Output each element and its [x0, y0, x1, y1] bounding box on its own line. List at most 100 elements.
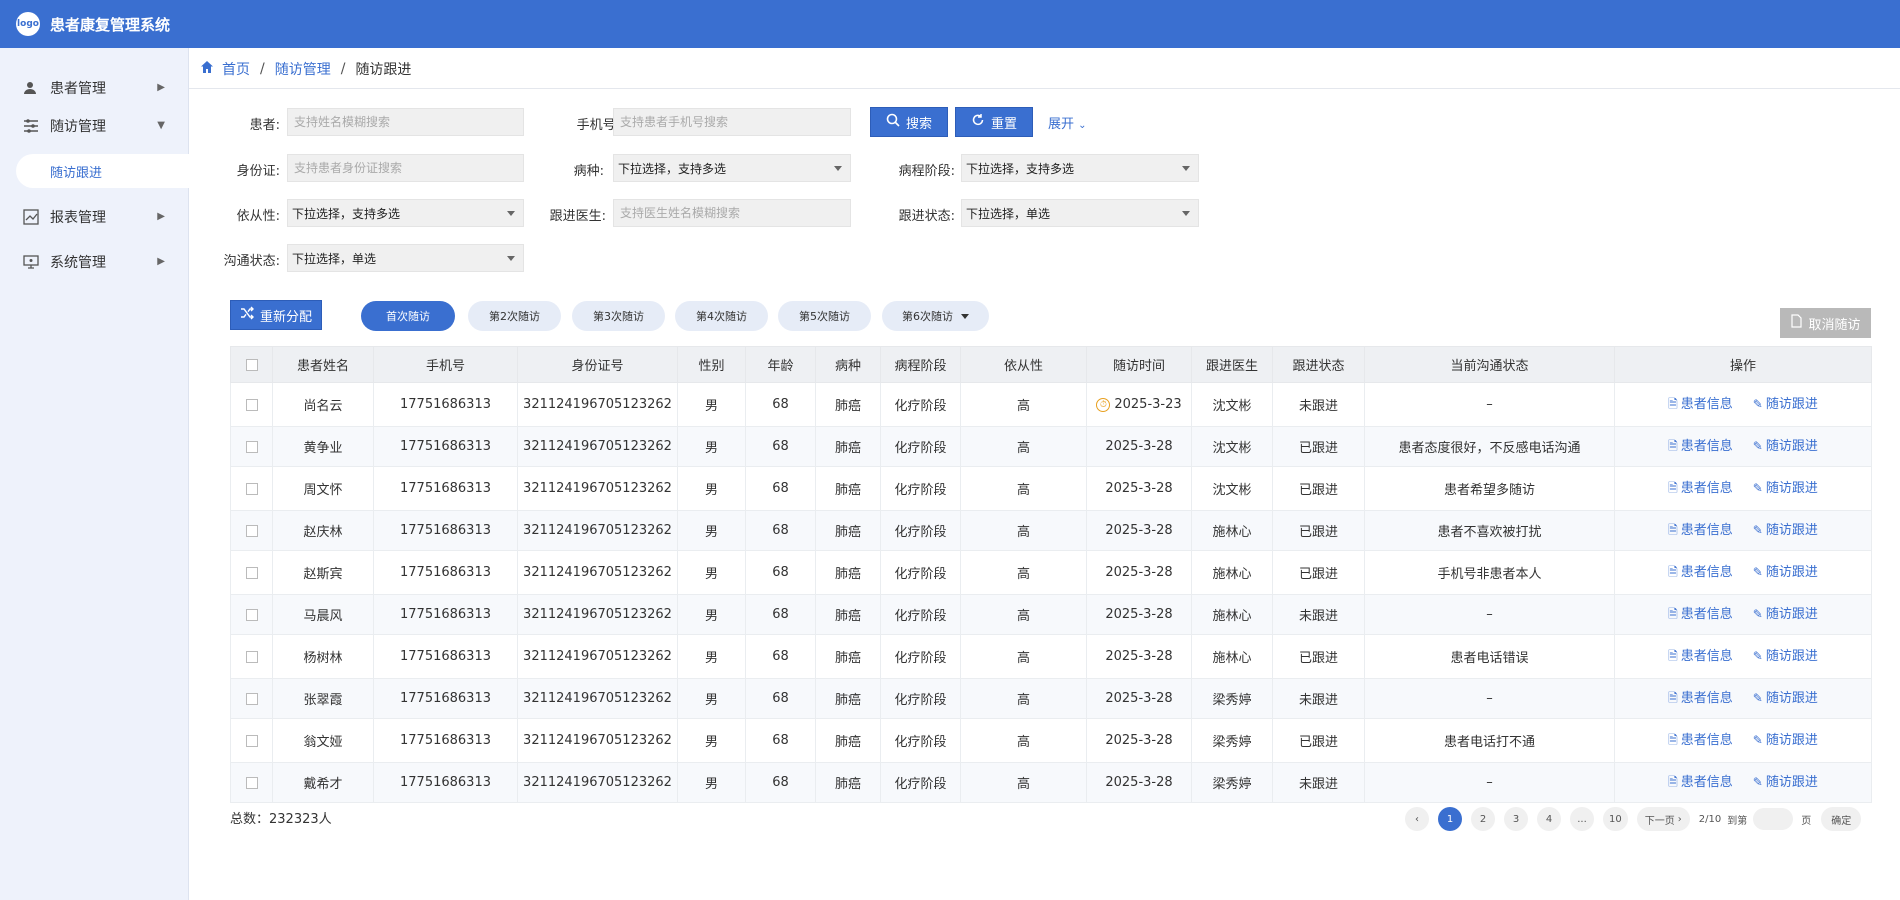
cell-compliance: 高: [960, 718, 1087, 763]
patient-search-input[interactable]: 支持姓名模糊搜索: [287, 108, 524, 136]
patient-info-link[interactable]: 🗎 患者信息: [1668, 523, 1733, 538]
row-checkbox[interactable]: [245, 608, 258, 621]
breadcrumb-followup[interactable]: 随访管理: [275, 59, 331, 79]
page-button-4[interactable]: 4: [1537, 807, 1561, 831]
op-label: 随访跟进: [1765, 523, 1818, 538]
patient-info-link[interactable]: 🗎 患者信息: [1668, 649, 1733, 664]
patient-info-link[interactable]: 🗎 患者信息: [1668, 607, 1733, 622]
cancel-followup-button[interactable]: 取消随访: [1780, 308, 1871, 338]
cell-stage: 化疗阶段: [880, 550, 961, 595]
confirm-page-button[interactable]: 确定: [1821, 807, 1862, 831]
cell-gender: 男: [677, 762, 746, 803]
followup-track-link[interactable]: ✎ 随访跟进: [1753, 733, 1818, 748]
op-label: 患者信息: [1680, 565, 1733, 580]
row-checkbox-cell[interactable]: [230, 466, 273, 511]
row-checkbox-cell[interactable]: [230, 634, 273, 679]
cell-operations: 🗎 患者信息 ✎ 随访跟进: [1614, 762, 1872, 803]
sidebar-item-followup[interactable]: 随访管理 ▼: [0, 111, 189, 141]
cell-comm-status: 患者电话打不通: [1364, 718, 1615, 763]
cell-stage: 化疗阶段: [880, 466, 961, 511]
expand-link[interactable]: 展开 ⌄: [1048, 113, 1087, 132]
followup-track-link[interactable]: ✎ 随访跟进: [1753, 565, 1818, 580]
row-checkbox[interactable]: [245, 482, 258, 495]
followup-track-link[interactable]: ✎ 随访跟进: [1753, 481, 1818, 496]
op-label: 患者信息: [1680, 439, 1733, 454]
row-checkbox-cell[interactable]: [230, 762, 273, 803]
row-checkbox-cell[interactable]: [230, 426, 273, 467]
stage-select[interactable]: 下拉选择，支持多选: [961, 154, 1199, 182]
row-checkbox-cell[interactable]: [230, 382, 273, 427]
patient-info-link[interactable]: 🗎 患者信息: [1668, 775, 1733, 790]
comm-status-select[interactable]: 下拉选择，单选: [287, 244, 524, 272]
cell-gender: 男: [677, 594, 746, 635]
breadcrumb-home[interactable]: 首页: [222, 59, 250, 79]
tab-followup-2[interactable]: 第2次随访: [468, 301, 561, 331]
row-checkbox-cell[interactable]: [230, 678, 273, 719]
idcard-search-input[interactable]: 支持患者身份证搜索: [287, 154, 524, 182]
follow-status-select[interactable]: 下拉选择，单选: [961, 199, 1199, 227]
compliance-select[interactable]: 下拉选择，支持多选: [287, 199, 524, 227]
patient-info-link[interactable]: 🗎 患者信息: [1668, 481, 1733, 496]
row-checkbox[interactable]: [245, 776, 258, 789]
next-page-button[interactable]: 下一页 ›: [1636, 807, 1690, 831]
select-all-checkbox-cell[interactable]: [230, 346, 273, 383]
cell-stage: 化疗阶段: [880, 382, 961, 427]
home-icon[interactable]: [200, 60, 214, 78]
sidebar-item-patients[interactable]: 患者管理 ▶: [0, 73, 189, 103]
sidebar-subitem-followup-track[interactable]: 随访跟进: [16, 154, 189, 188]
cell-id-number: 321124196705123262: [517, 762, 678, 803]
followup-track-link[interactable]: ✎ 随访跟进: [1753, 691, 1818, 706]
select-all-checkbox[interactable]: [245, 358, 258, 371]
followup-track-link[interactable]: ✎ 随访跟进: [1753, 649, 1818, 664]
doctor-search-input[interactable]: 支持医生姓名模糊搜索: [613, 199, 851, 227]
phone-search-input[interactable]: 支持患者手机号搜索: [613, 108, 851, 136]
row-checkbox[interactable]: [245, 398, 258, 411]
op-label: 随访跟进: [1765, 607, 1818, 622]
row-checkbox-cell[interactable]: [230, 510, 273, 551]
tab-followup-1[interactable]: 首次随访: [361, 301, 455, 331]
tab-followup-4[interactable]: 第4次随访: [675, 301, 768, 331]
chevron-right-icon: ▶: [157, 256, 165, 267]
followup-track-link[interactable]: ✎ 随访跟进: [1753, 397, 1818, 412]
followup-track-link[interactable]: ✎ 随访跟进: [1753, 775, 1818, 790]
row-checkbox-cell[interactable]: [230, 550, 273, 595]
goto-page-input[interactable]: [1753, 808, 1794, 830]
cell-age: 68: [745, 550, 816, 595]
reassign-button[interactable]: 重新分配: [230, 300, 322, 330]
prev-page-button[interactable]: ‹: [1405, 807, 1429, 831]
tab-followup-6[interactable]: 第6次随访: [882, 301, 989, 331]
patient-info-link[interactable]: 🗎 患者信息: [1668, 565, 1733, 580]
cell-age: 68: [745, 510, 816, 551]
cell-age: 68: [745, 594, 816, 635]
row-checkbox-cell[interactable]: [230, 594, 273, 635]
row-checkbox[interactable]: [245, 650, 258, 663]
row-checkbox-cell[interactable]: [230, 718, 273, 763]
sidebar-item-system[interactable]: 系统管理 ▶: [0, 247, 189, 277]
followup-track-link[interactable]: ✎ 随访跟进: [1753, 607, 1818, 622]
search-button[interactable]: 搜索: [870, 107, 948, 137]
page-button-3[interactable]: 3: [1504, 807, 1528, 831]
page-button-2[interactable]: 2: [1471, 807, 1495, 831]
page-button-1[interactable]: 1: [1438, 807, 1462, 831]
search-icon: [886, 113, 900, 131]
patient-info-link[interactable]: 🗎 患者信息: [1668, 397, 1733, 412]
row-checkbox[interactable]: [245, 440, 258, 453]
page-button-10[interactable]: 10: [1603, 807, 1628, 831]
tab-followup-3[interactable]: 第3次随访: [572, 301, 665, 331]
document-icon: 🗎: [1668, 565, 1678, 579]
reset-button[interactable]: 重置: [955, 107, 1033, 137]
patient-info-link[interactable]: 🗎 患者信息: [1668, 439, 1733, 454]
followup-track-link[interactable]: ✎ 随访跟进: [1753, 523, 1818, 538]
row-checkbox[interactable]: [245, 734, 258, 747]
row-checkbox[interactable]: [245, 566, 258, 579]
sidebar-item-reports[interactable]: 报表管理 ▶: [0, 202, 189, 232]
tab-followup-5[interactable]: 第5次随访: [778, 301, 871, 331]
row-checkbox[interactable]: [245, 524, 258, 537]
followup-track-link[interactable]: ✎ 随访跟进: [1753, 439, 1818, 454]
row-checkbox[interactable]: [245, 692, 258, 705]
cell-patient-name: 黄争业: [272, 426, 374, 467]
column-header: 跟进医生: [1191, 346, 1273, 383]
patient-info-link[interactable]: 🗎 患者信息: [1668, 691, 1733, 706]
patient-info-link[interactable]: 🗎 患者信息: [1668, 733, 1733, 748]
disease-select[interactable]: 下拉选择，支持多选: [613, 154, 851, 182]
